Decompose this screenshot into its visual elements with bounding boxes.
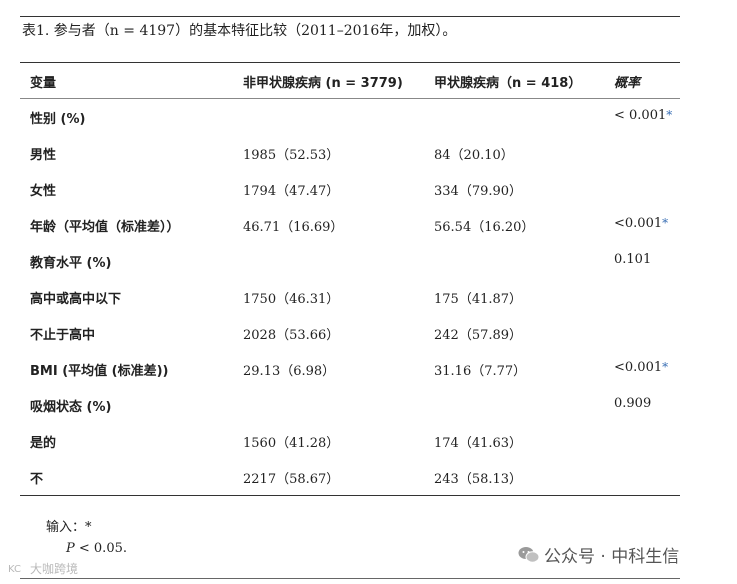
table-bottom-rule <box>20 495 680 496</box>
row-label: 不止于高中 <box>30 328 96 343</box>
significance-star: * <box>662 360 669 374</box>
header-top-rule <box>20 62 680 63</box>
row-non-thyroid-value: 1750（46.31） <box>243 292 340 307</box>
wechat-icon <box>518 546 540 569</box>
row-thyroid-value: 243（58.13） <box>434 472 523 487</box>
watermark-right: 公众号 · 中科生信 <box>518 542 679 569</box>
svg-text:KC: KC <box>8 564 21 574</box>
header-thyroid: 甲状腺疾病（n = 418） <box>434 76 582 91</box>
p-threshold: < 0.05. <box>78 541 127 556</box>
row-p-value: <0.001* <box>614 216 669 231</box>
row-non-thyroid-value: 29.13（6.98） <box>243 364 336 379</box>
row-label: 性别 (%) <box>30 112 86 127</box>
row-label: 高中或高中以下 <box>30 292 122 307</box>
header-non-thyroid: 非甲状腺疾病 (n = 3779) <box>243 76 403 91</box>
row-non-thyroid-value: 2217（58.67） <box>243 472 340 487</box>
row-p-value: <0.001* <box>614 360 669 375</box>
row-label: 年龄（平均值（标准差）） <box>30 220 180 235</box>
row-label: 女性 <box>30 184 57 199</box>
row-thyroid-value: 84（20.10） <box>434 148 514 163</box>
row-non-thyroid-value: 1794（47.47） <box>243 184 340 199</box>
row-label: 教育水平 (%) <box>30 256 112 271</box>
row-non-thyroid-value: 1985（52.53） <box>243 148 340 163</box>
header-bottom-rule <box>20 98 680 99</box>
row-label: 是的 <box>30 436 57 451</box>
watermark-left: KC 大咖跨境 <box>8 562 79 577</box>
row-thyroid-value: 174（41.63） <box>434 436 523 451</box>
row-thyroid-value: 31.16（7.77） <box>434 364 527 379</box>
table-caption: 表1. 参与者（n = 4197）的基本特征比较（2011–2016年，加权）。 <box>22 23 457 39</box>
row-thyroid-value: 175（41.87） <box>434 292 523 307</box>
row-thyroid-value: 242（57.89） <box>434 328 523 343</box>
footnote-marker: 输入：* <box>46 520 92 535</box>
top-rule <box>20 16 680 17</box>
row-non-thyroid-value: 2028（53.66） <box>243 328 340 343</box>
header-variable: 变量 <box>30 76 57 91</box>
row-non-thyroid-value: 46.71（16.69） <box>243 220 344 235</box>
significance-star: * <box>666 108 673 122</box>
row-label: 男性 <box>30 148 57 163</box>
row-p-value: < 0.001* <box>614 108 673 123</box>
p-symbol: P <box>66 541 75 556</box>
row-non-thyroid-value: 1560（41.28） <box>243 436 340 451</box>
page-bottom-rule <box>20 578 680 579</box>
row-thyroid-value: 334（79.90） <box>434 184 523 199</box>
row-label: 吸烟状态 (%) <box>30 400 112 415</box>
row-p-value: 0.101 <box>614 252 652 267</box>
row-label: 不 <box>30 472 44 487</box>
significance-star: * <box>662 216 669 230</box>
row-thyroid-value: 56.54（16.20） <box>434 220 535 235</box>
row-p-value: 0.909 <box>614 396 652 411</box>
watermark-logo-icon: KC <box>8 562 26 577</box>
row-label: BMI (平均值 (标准差)) <box>30 364 169 379</box>
header-probability: 概率 <box>614 76 641 91</box>
footnote-p-value: P < 0.05. <box>66 541 127 556</box>
